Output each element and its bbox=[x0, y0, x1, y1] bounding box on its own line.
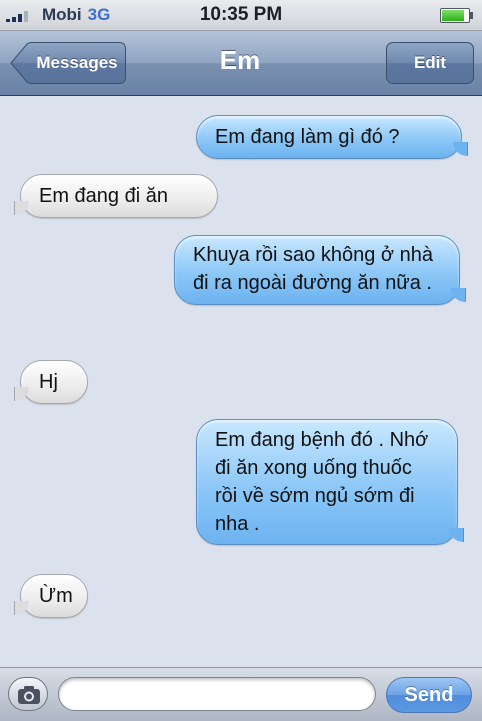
battery-icon bbox=[440, 8, 473, 23]
compose-bar: Send bbox=[0, 667, 482, 721]
back-button-label: Messages bbox=[36, 53, 118, 72]
message-text: Ừm bbox=[39, 585, 73, 607]
message-bubble-outgoing[interactable]: Em đang làm gì đó ? bbox=[196, 115, 468, 159]
edit-button[interactable]: Edit bbox=[386, 42, 474, 84]
message-bubble-incoming[interactable]: Hj bbox=[14, 360, 88, 404]
camera-icon bbox=[18, 686, 40, 704]
message-thread[interactable]: Em đang làm gì đó ? Em đang đi ăn Khuya … bbox=[0, 96, 482, 666]
message-bubble-incoming[interactable]: Em đang đi ăn bbox=[14, 174, 218, 218]
camera-button[interactable] bbox=[8, 677, 48, 711]
navigation-bar: Messages Em Edit bbox=[0, 31, 482, 96]
message-text: Khuya rồi sao không ở nhà đi ra ngoài đư… bbox=[193, 244, 433, 294]
message-text: Em đang đi ăn bbox=[39, 185, 168, 207]
clock: 10:35 PM bbox=[199, 4, 283, 25]
message-text: Hj bbox=[39, 371, 58, 393]
message-bubble-outgoing[interactable]: Em đang bệnh đó . Nhớ đi ăn xong uống th… bbox=[196, 419, 464, 545]
message-bubble-outgoing[interactable]: Khuya rồi sao không ở nhà đi ra ngoài đư… bbox=[174, 235, 466, 305]
message-bubble-incoming[interactable]: Ừm bbox=[14, 574, 88, 618]
message-text: Em đang bệnh đó . Nhớ đi ăn xong uống th… bbox=[215, 429, 429, 535]
back-button[interactable]: Messages bbox=[10, 42, 126, 84]
status-bar: Mobi 3G 10:35 PM bbox=[0, 0, 482, 31]
message-text: Em đang làm gì đó ? bbox=[215, 126, 400, 148]
message-input[interactable] bbox=[58, 677, 376, 711]
conversation-title: Em bbox=[219, 45, 261, 75]
send-button[interactable]: Send bbox=[386, 677, 472, 713]
